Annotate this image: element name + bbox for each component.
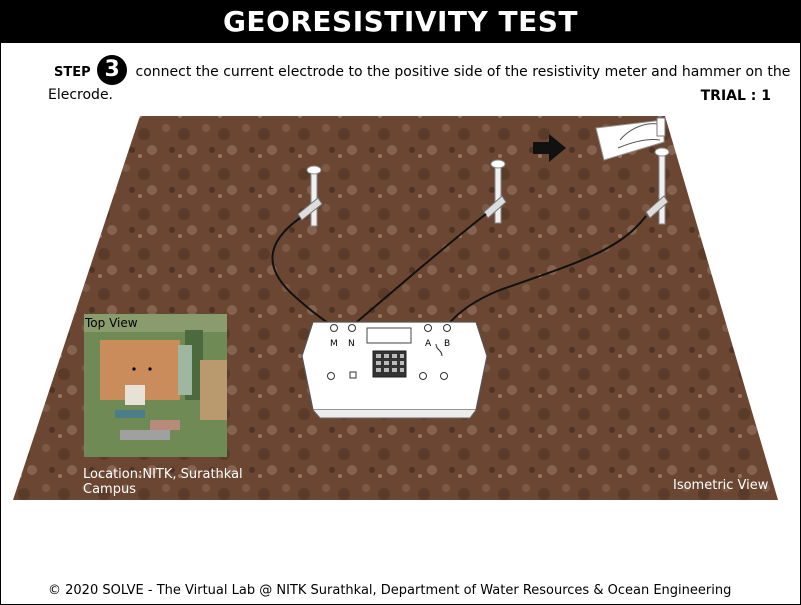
terminal-b-label: B bbox=[444, 339, 450, 349]
location-label: Location:NITK, Surathkal Campus bbox=[83, 467, 243, 497]
terminal-m-label: M bbox=[330, 339, 338, 349]
isometric-field-view: M N A B bbox=[13, 116, 778, 500]
terminal-n-label: N bbox=[348, 339, 355, 349]
footer-copyright: © 2020 SOLVE - The Virtual Lab @ NITK Su… bbox=[48, 583, 732, 598]
terminal-a-label: A bbox=[425, 339, 432, 349]
top-view-map bbox=[84, 314, 227, 457]
resistivity-meter: M N A B bbox=[301, 321, 488, 419]
top-view-label: Top View bbox=[85, 316, 138, 330]
view-mode-label: Isometric View bbox=[673, 478, 769, 493]
